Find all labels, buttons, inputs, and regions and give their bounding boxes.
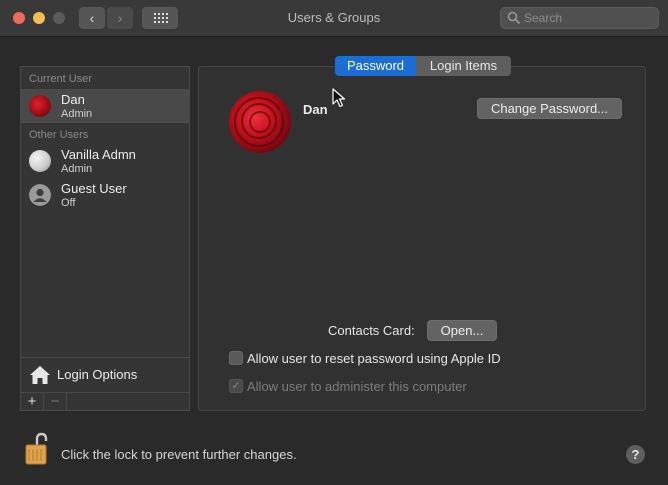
title-bar: ‹ › Users & Groups Search (0, 0, 668, 37)
help-button[interactable]: ? (626, 445, 645, 464)
other-users-header: Other Users (29, 129, 89, 141)
user-role: Admin (61, 163, 93, 175)
change-password-button[interactable]: Change Password... (477, 98, 622, 119)
user-row-vanilla-admn[interactable]: Vanilla Admn Admin (21, 144, 189, 178)
open-contacts-card-button[interactable]: Open... (427, 320, 497, 341)
user-row-guest-user[interactable]: Guest User Off (21, 178, 189, 212)
contacts-card-label: Contacts Card: (328, 323, 415, 338)
allow-admin-label: Allow user to administer this computer (247, 379, 467, 394)
user-row-dan[interactable]: Dan Admin (21, 89, 189, 123)
golf-ball-icon (29, 150, 51, 172)
rose-petal (234, 97, 284, 147)
search-field[interactable]: Search (500, 7, 659, 29)
tab-password[interactable]: Password (335, 56, 416, 76)
tab-login-items[interactable]: Login Items (416, 56, 511, 76)
guest-user-icon (29, 184, 51, 206)
current-user-header: Current User (29, 73, 92, 85)
search-icon (507, 11, 521, 25)
allow-reset-checkbox[interactable] (229, 351, 243, 365)
unlocked-lock-icon[interactable] (24, 432, 50, 466)
rose-icon (29, 95, 51, 117)
user-name: Guest User (61, 181, 127, 196)
lock-message: Click the lock to prevent further change… (61, 447, 297, 462)
user-picture[interactable] (229, 91, 291, 153)
add-user-button[interactable]: + (21, 393, 44, 411)
mouse-cursor-icon (332, 88, 346, 108)
tab-bar: Password Login Items (335, 56, 511, 76)
user-full-name: Dan (303, 102, 328, 117)
remove-user-button[interactable]: − (44, 393, 67, 411)
user-name: Dan (61, 92, 85, 107)
users-list: Current User Dan Admin Other Users Vanil… (20, 66, 190, 411)
login-options-label: Login Options (57, 367, 138, 382)
allow-reset-label[interactable]: Allow user to reset password using Apple… (247, 351, 501, 366)
add-remove-bar: + − (21, 392, 189, 411)
user-role: Off (61, 197, 76, 209)
allow-admin-checkbox: ✓ (229, 379, 243, 393)
user-role: Admin (61, 108, 93, 120)
search-placeholder: Search (524, 11, 563, 25)
login-options-item[interactable]: Login Options (21, 357, 189, 392)
user-name: Vanilla Admn (61, 147, 136, 162)
house-icon (30, 366, 50, 384)
